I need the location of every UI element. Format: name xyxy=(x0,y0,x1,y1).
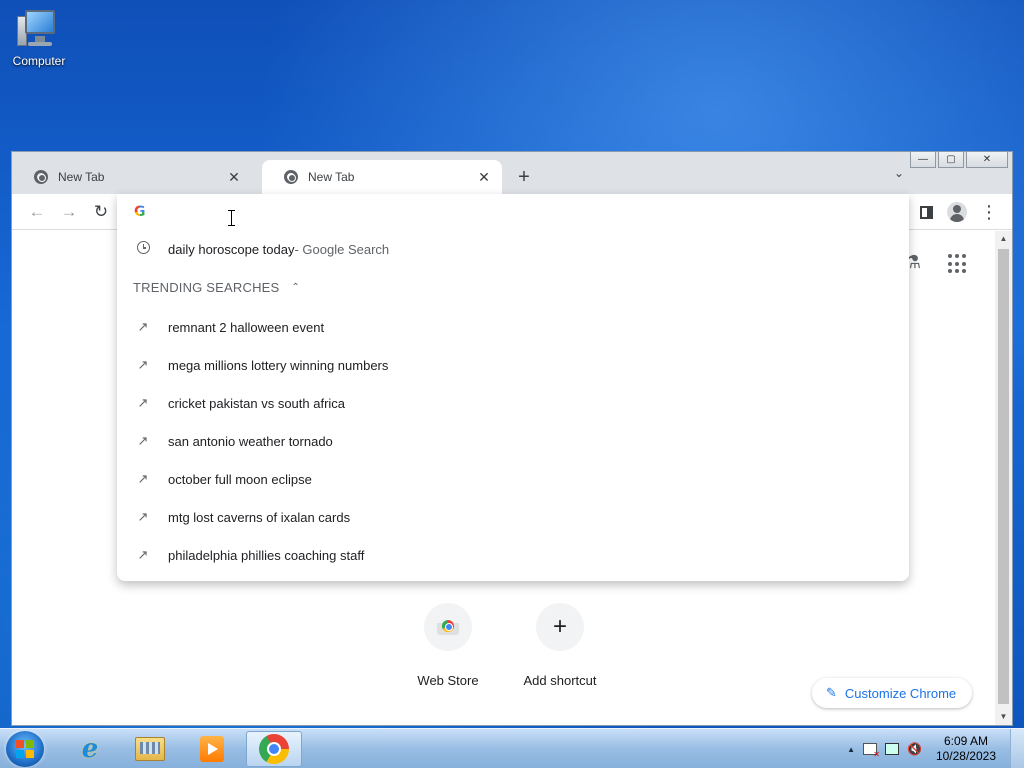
scrollbar-thumb[interactable] xyxy=(998,249,1009,704)
trending-item[interactable]: ↗ cricket pakistan vs south africa xyxy=(117,384,909,422)
file-explorer-icon xyxy=(135,737,165,761)
show-desktop-button[interactable] xyxy=(1010,729,1024,768)
text-cursor-icon xyxy=(228,210,235,226)
page-scrollbar[interactable]: ▲ ▼ xyxy=(995,231,1012,725)
tab-new-tab-1[interactable]: New Tab ✕ xyxy=(12,160,252,194)
desktop-icon-computer[interactable]: Computer xyxy=(8,8,70,68)
suggestion-suffix: - Google Search xyxy=(294,241,390,257)
tab-search-chevron-icon[interactable]: ⌄ xyxy=(894,166,904,180)
taskbar-chrome[interactable] xyxy=(246,731,302,767)
side-panel-icon xyxy=(919,205,933,219)
reload-button[interactable]: ↻ xyxy=(90,201,112,223)
chrome-favicon-icon xyxy=(284,170,298,184)
pencil-icon: ✎ xyxy=(826,685,837,700)
chrome-window: — ▢ ✕ New Tab ✕ New Tab ✕ + ⌄ ← → ↻ ⋮ ⚗ xyxy=(11,151,1013,726)
trending-text: mega millions lottery winning numbers xyxy=(168,357,389,373)
trending-text: philadelphia phillies coaching staff xyxy=(168,547,365,563)
trending-header-label: TRENDING SEARCHES xyxy=(133,280,280,295)
close-window-button[interactable]: ✕ xyxy=(966,152,1008,168)
taskbar-internet-explorer[interactable]: e xyxy=(62,731,118,767)
omnibox-input[interactable] xyxy=(157,200,857,224)
plus-icon: + xyxy=(536,603,584,651)
tab-title: New Tab xyxy=(308,170,355,184)
close-tab-icon[interactable]: ✕ xyxy=(226,169,242,186)
omnibox[interactable]: G xyxy=(117,194,909,230)
trending-up-icon: ↗ xyxy=(137,319,149,334)
forward-button[interactable]: → xyxy=(58,201,80,223)
trending-item[interactable]: ↗ mega millions lottery winning numbers xyxy=(117,346,909,384)
caret-up-icon[interactable]: ⌃ xyxy=(291,282,300,293)
trending-up-icon: ↗ xyxy=(137,509,149,524)
trending-text: san antonio weather tornado xyxy=(168,433,333,449)
tab-strip: — ▢ ✕ New Tab ✕ New Tab ✕ + ⌄ xyxy=(12,152,1012,194)
clock[interactable]: 6:09 AM 10/28/2023 xyxy=(936,734,996,764)
customize-chrome-button[interactable]: ✎ Customize Chrome xyxy=(812,678,973,708)
shortcut-label: Add shortcut xyxy=(523,673,597,688)
trending-up-icon: ↗ xyxy=(137,547,149,562)
trending-up-icon: ↗ xyxy=(137,357,149,372)
start-button[interactable] xyxy=(6,731,44,767)
scroll-up-arrow-icon[interactable]: ▲ xyxy=(995,231,1012,247)
show-hidden-icons-arrow-icon[interactable]: ▲ xyxy=(847,745,855,754)
shortcut-web-store[interactable]: Web Store xyxy=(392,603,504,688)
omnibox-dropdown: G daily horoscope today - Google Search … xyxy=(117,194,909,581)
trending-up-icon: ↗ xyxy=(137,395,149,410)
customize-chrome-label: Customize Chrome xyxy=(844,685,957,701)
new-tab-button[interactable]: + xyxy=(512,166,536,190)
trending-item[interactable]: ↗ philadelphia phillies coaching staff xyxy=(117,536,909,574)
history-clock-icon xyxy=(136,241,150,254)
clock-time: 6:09 AM xyxy=(943,734,988,748)
clock-date: 10/28/2023 xyxy=(935,749,996,763)
google-g-icon: G xyxy=(134,204,146,220)
add-shortcut-button[interactable]: + Add shortcut xyxy=(504,603,616,688)
minimize-button[interactable]: — xyxy=(910,152,936,168)
media-player-icon xyxy=(200,736,224,762)
trending-up-icon: ↗ xyxy=(137,433,149,448)
chrome-icon xyxy=(259,734,289,764)
desktop-icon-label: Computer xyxy=(12,54,66,68)
chrome-menu-button[interactable]: ⋮ xyxy=(978,201,1000,223)
trending-text: remnant 2 halloween event xyxy=(168,319,325,335)
profile-button[interactable] xyxy=(946,201,968,223)
tab-new-tab-2[interactable]: New Tab ✕ xyxy=(262,160,502,194)
volume-muted-icon[interactable]: 🔇 xyxy=(907,742,922,756)
trending-up-icon: ↗ xyxy=(137,471,149,486)
internet-explorer-icon: e xyxy=(81,734,99,764)
trending-text: october full moon eclipse xyxy=(168,471,312,487)
web-store-icon xyxy=(424,603,472,651)
tab-title: New Tab xyxy=(58,170,105,184)
trending-searches-header[interactable]: TRENDING SEARCHES ⌃ xyxy=(133,280,300,295)
back-button[interactable]: ← xyxy=(26,201,48,223)
chrome-favicon-icon xyxy=(34,170,48,184)
trending-text: mtg lost caverns of ixalan cards xyxy=(168,509,351,525)
trending-item[interactable]: ↗ mtg lost caverns of ixalan cards xyxy=(117,498,909,536)
side-panel-button[interactable] xyxy=(915,201,937,223)
close-tab-icon[interactable]: ✕ xyxy=(476,169,492,186)
shortcut-label: Web Store xyxy=(417,673,479,688)
taskbar: e ▲ 🔇 6:09 AM 10/28/2023 xyxy=(0,728,1024,768)
network-icon[interactable] xyxy=(884,743,899,755)
avatar-icon xyxy=(947,202,967,222)
trending-text: cricket pakistan vs south africa xyxy=(168,395,346,411)
windows-logo-icon xyxy=(16,740,34,758)
trending-item[interactable]: ↗ remnant 2 halloween event xyxy=(117,308,909,346)
window-controls: — ▢ ✕ xyxy=(910,152,1008,168)
scroll-down-arrow-icon[interactable]: ▼ xyxy=(995,709,1012,725)
maximize-button[interactable]: ▢ xyxy=(938,152,964,168)
trending-item[interactable]: ↗ san antonio weather tornado xyxy=(117,422,909,460)
suggestion-history[interactable]: daily horoscope today - Google Search xyxy=(117,230,909,268)
taskbar-file-explorer[interactable] xyxy=(122,731,178,767)
computer-icon xyxy=(17,8,61,50)
taskbar-media-player[interactable] xyxy=(184,731,240,767)
system-tray: ▲ 🔇 6:09 AM 10/28/2023 xyxy=(847,729,1024,768)
action-center-flag-icon[interactable] xyxy=(862,743,880,759)
trending-item[interactable]: ↗ october full moon eclipse xyxy=(117,460,909,498)
apps-grid-icon[interactable] xyxy=(948,254,968,274)
suggestion-text: daily horoscope today xyxy=(168,241,295,257)
